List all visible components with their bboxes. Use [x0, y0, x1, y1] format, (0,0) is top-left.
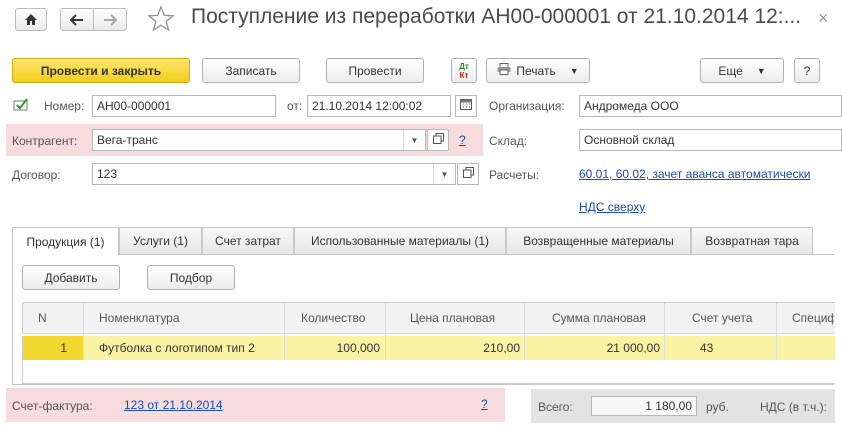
settlements-link[interactable]: 60.01, 60.02, зачет аванса автоматически	[579, 167, 810, 181]
home-button[interactable]	[15, 8, 47, 31]
post-and-close-button[interactable]: Провести и закрыть	[12, 58, 190, 83]
calendar-icon	[460, 99, 472, 113]
invoice-link[interactable]: 123 от 21.10.2014	[124, 398, 223, 412]
vat-included-label: НДС (в т.ч.):	[760, 400, 827, 414]
column-divider	[664, 303, 665, 360]
warehouse-label: Склад:	[489, 134, 528, 148]
home-icon	[24, 13, 38, 26]
save-button[interactable]: Записать	[202, 58, 300, 83]
tab-cost-account[interactable]: Счет затрат	[202, 227, 294, 254]
column-header-item[interactable]: Номенклатура	[99, 303, 180, 333]
column-divider	[83, 303, 84, 360]
table-cell-item[interactable]: Футболка с логотипом тип 2	[99, 336, 255, 360]
column-header-account[interactable]: Счет учета	[692, 303, 752, 333]
window-title: Поступление из переработки АН00-000001 о…	[191, 5, 802, 28]
tab-returnable-containers[interactable]: Возвратная тара	[691, 227, 813, 254]
number-field[interactable]: АН00-000001	[92, 95, 276, 117]
number-label: Номер:	[44, 99, 85, 113]
help-button[interactable]: ?	[794, 58, 820, 83]
dtkt-icon-top: Дт	[459, 61, 469, 71]
arrow-left-icon	[70, 13, 84, 26]
dtkt-button[interactable]: Дт Кт	[451, 58, 477, 83]
contract-value: 123	[97, 167, 118, 181]
posted-status-icon	[13, 98, 29, 115]
total-value: 1 180,00	[645, 399, 692, 413]
currency-label: руб.	[706, 400, 729, 414]
table-cell-account[interactable]: 43	[700, 336, 713, 360]
more-button[interactable]: Еще ▼	[700, 58, 784, 83]
table-cell-planned-sum[interactable]: 21 000,00	[525, 336, 660, 360]
warehouse-field[interactable]: Основной склад	[579, 129, 842, 151]
print-button[interactable]: Печать ▼	[486, 58, 590, 83]
back-button[interactable]	[60, 8, 94, 31]
contract-label: Договор:	[12, 168, 61, 182]
column-header-planned-sum[interactable]: Сумма плановая	[552, 303, 646, 333]
tab-products[interactable]: Продукция (1)	[12, 227, 119, 255]
table-cell-quantity[interactable]: 100,000	[285, 336, 380, 360]
tab-services[interactable]: Услуги (1)	[119, 227, 202, 254]
tab-returned-materials[interactable]: Возвращенные материалы	[506, 227, 691, 254]
column-divider	[776, 303, 777, 360]
printer-icon	[497, 63, 511, 78]
table-cell-planned-price[interactable]: 210,00	[386, 336, 520, 360]
contractor-value: Вега-транс	[97, 133, 158, 147]
organization-field[interactable]: Андромеда ООО	[579, 95, 842, 117]
settlements-label: Расчеты:	[489, 168, 540, 182]
post-button[interactable]: Провести	[326, 58, 424, 83]
date-field[interactable]: 21.10.2014 12:00:02	[307, 95, 451, 117]
close-icon[interactable]: ×	[818, 8, 829, 29]
contractor-help-link[interactable]: ?	[459, 133, 466, 147]
date-label: от:	[287, 99, 303, 113]
column-header-planned-price[interactable]: Цена плановая	[410, 303, 495, 333]
tab-used-materials[interactable]: Использованные материалы (1)	[294, 227, 506, 254]
favorite-star-icon[interactable]	[147, 5, 175, 35]
contractor-label: Контрагент:	[12, 134, 78, 148]
column-header-quantity[interactable]: Количество	[301, 303, 365, 333]
total-field: 1 180,00	[591, 396, 697, 416]
more-label: Еще	[718, 63, 743, 78]
open-window-icon	[462, 167, 474, 181]
calendar-button[interactable]	[455, 95, 477, 117]
chevron-down-icon[interactable]: ▼	[403, 130, 425, 150]
table-body-border	[22, 360, 835, 384]
column-header-spec[interactable]: Специф	[792, 303, 834, 333]
select-button[interactable]: Подбор	[147, 265, 235, 290]
column-header-n[interactable]: N	[38, 303, 47, 333]
chevron-down-icon: ▼	[569, 65, 579, 76]
contractor-open-button[interactable]	[427, 129, 449, 151]
open-window-icon	[432, 133, 444, 147]
chevron-down-icon: ▼	[756, 65, 766, 76]
invoice-label: Счет-фактура:	[12, 399, 93, 413]
organization-label: Организация:	[489, 99, 565, 113]
dtkt-icon-bottom: Кт	[459, 70, 469, 80]
print-label: Печать	[516, 63, 556, 78]
arrow-right-icon	[103, 13, 117, 26]
invoice-help-link[interactable]: ?	[481, 397, 488, 411]
vat-on-top-link[interactable]: НДС сверху	[579, 200, 645, 214]
contract-field[interactable]: 123 ▼	[92, 163, 456, 185]
contractor-field[interactable]: Вега-транс ▼	[92, 129, 426, 151]
contract-open-button[interactable]	[457, 163, 479, 185]
chevron-down-icon[interactable]: ▼	[433, 164, 455, 184]
add-button[interactable]: Добавить	[22, 265, 120, 290]
table-cell-n[interactable]: 1	[23, 336, 67, 360]
forward-button[interactable]	[93, 8, 127, 31]
total-label: Всего:	[538, 400, 573, 414]
